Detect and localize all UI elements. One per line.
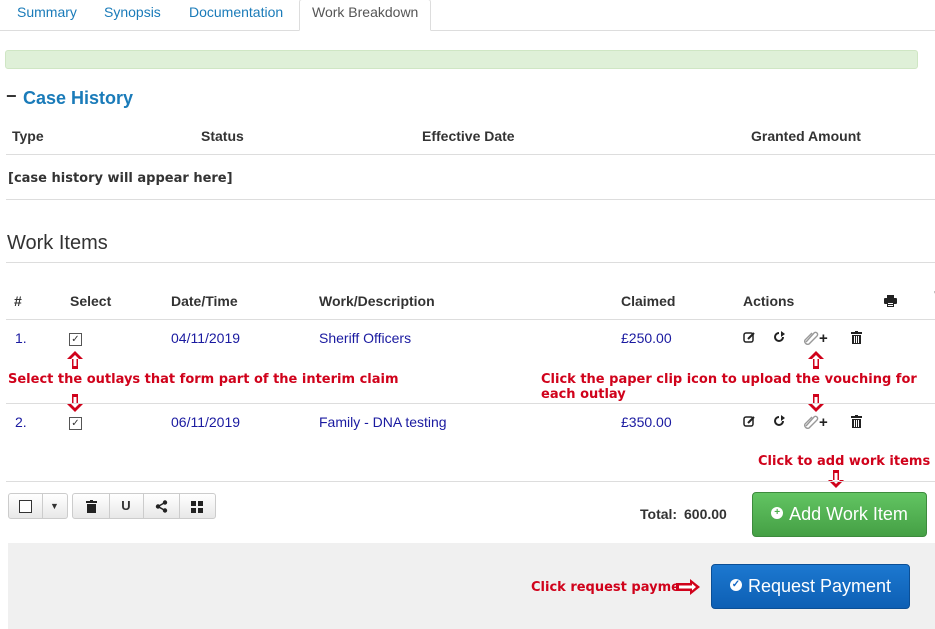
annotation-arrow-up-icon [807, 350, 825, 373]
total-label: Total: [640, 506, 678, 522]
col-effective-date: Effective Date [422, 128, 515, 144]
collapse-toggle[interactable]: − [6, 86, 17, 107]
tab-documentation[interactable]: Documentation [189, 0, 283, 30]
col-number: # [14, 293, 22, 309]
row-checkbox[interactable]: ✓ [69, 417, 82, 430]
annotation-add-items: Click to add work items [758, 454, 931, 469]
bulk-actions-group: U [72, 493, 216, 519]
share-nodes-icon [155, 500, 167, 514]
progress-bar [5, 50, 918, 69]
add-work-item-label: Add Work Item [789, 504, 908, 524]
row-number: 2. [15, 414, 27, 430]
annotation-arrow-up-icon [66, 350, 84, 373]
col-status: Status [201, 128, 244, 144]
bulk-delete-button[interactable] [73, 494, 110, 518]
paperclip-icon[interactable] [803, 414, 819, 432]
grid-icon [191, 500, 203, 513]
work-items-title: Work Items [7, 232, 108, 254]
col-datetime: Date/Time [171, 293, 238, 309]
plus-icon[interactable]: + [819, 414, 828, 431]
row-claimed: £250.00 [621, 330, 672, 346]
annotation-paper-clip: Click the paper clip icon to upload the … [541, 372, 917, 402]
divider [6, 403, 935, 404]
edit-icon[interactable] [743, 415, 756, 431]
tab-summary[interactable]: Summary [17, 0, 77, 30]
col-type: Type [12, 128, 44, 144]
tab-work-breakdown[interactable]: Work Breakdown [299, 0, 432, 31]
row-description[interactable]: Sheriff Officers [319, 330, 411, 346]
plus-circle-icon: + [771, 507, 784, 520]
merge-button[interactable]: U [109, 494, 144, 518]
col-actions: Actions [743, 293, 795, 309]
col-select: Select [70, 293, 112, 309]
divider [6, 262, 935, 263]
grid-view-button[interactable] [179, 494, 215, 518]
annotation-request-payment: Click request payment [531, 580, 696, 595]
magnet-icon: U [121, 498, 131, 513]
trash-icon[interactable] [851, 415, 862, 431]
request-payment-label: Request Payment [747, 576, 892, 596]
row-date[interactable]: 06/11/2019 [171, 414, 240, 430]
plus-icon[interactable]: + [819, 330, 828, 347]
paperclip-icon[interactable] [803, 330, 819, 348]
request-payment-button[interactable]: ✓ Request Payment [711, 564, 910, 609]
row-number: 1. [15, 330, 27, 346]
row-description[interactable]: Family - DNA testing [319, 414, 447, 430]
select-dropdown[interactable]: ▼ [8, 493, 68, 519]
edit-icon[interactable] [743, 331, 756, 347]
share-button[interactable] [143, 494, 180, 518]
divider [6, 481, 935, 482]
divider [6, 199, 935, 200]
annotation-select-outlays: Select the outlays that form part of the… [8, 372, 399, 387]
total-value: 600.00 [684, 506, 727, 522]
case-history-placeholder: [case history will appear here] [8, 171, 233, 186]
divider [6, 154, 935, 155]
select-all-checkbox[interactable] [9, 494, 43, 518]
trash-icon[interactable] [851, 331, 862, 347]
check-circle-icon: ✓ [729, 579, 742, 592]
col-claimed: Claimed [621, 293, 676, 309]
row-checkbox[interactable]: ✓ [69, 333, 82, 346]
col-description: Work/Description [319, 293, 435, 309]
annotation-arrow-right-icon [675, 578, 701, 599]
annotation-arrow-down-icon [66, 393, 84, 416]
share-icon[interactable] [773, 415, 786, 431]
divider [6, 319, 935, 320]
tab-synopsis[interactable]: Synopsis [104, 0, 161, 30]
share-icon[interactable] [773, 331, 786, 347]
row-claimed: £350.00 [621, 414, 672, 430]
case-history-title: Case History [23, 88, 134, 108]
annotation-arrow-down-icon [807, 393, 825, 416]
tab-bar: Summary Synopsis Documentation Work Brea… [0, 0, 935, 31]
chevron-down-icon[interactable]: ▼ [42, 494, 67, 518]
col-granted-amount: Granted Amount [751, 128, 861, 144]
print-icon[interactable] [884, 294, 897, 310]
row-date[interactable]: 04/11/2019 [171, 330, 240, 346]
add-work-item-button[interactable]: + Add Work Item [752, 492, 927, 537]
